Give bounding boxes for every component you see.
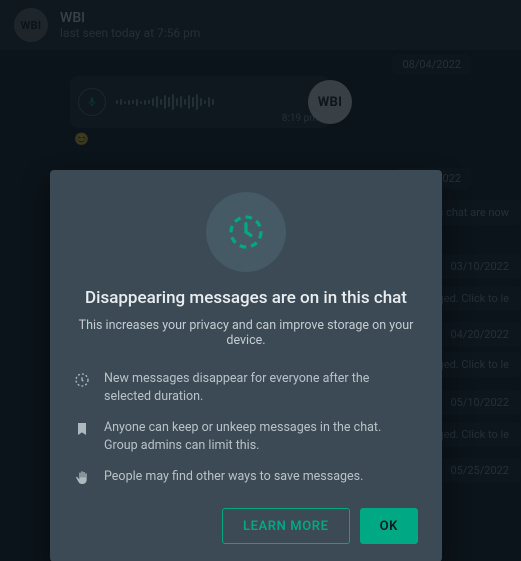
- learn-more-button[interactable]: Learn More: [222, 508, 350, 544]
- timer-icon: [226, 212, 266, 252]
- hand-icon: [74, 470, 90, 486]
- feature-row: New messages disappear for everyone afte…: [74, 370, 418, 405]
- modal-title: Disappearing messages are on in this cha…: [74, 288, 418, 308]
- feature-row: Anyone can keep or unkeep messages in th…: [74, 419, 418, 454]
- modal-hero-icon-wrap: [206, 192, 286, 272]
- bookmark-icon: [74, 421, 90, 437]
- clock-icon: [74, 372, 90, 388]
- feature-text: Anyone can keep or unkeep messages in th…: [104, 419, 418, 454]
- feature-text: People may find other ways to save messa…: [104, 468, 363, 486]
- ok-button[interactable]: OK: [360, 508, 418, 544]
- disappearing-messages-modal: Disappearing messages are on in this cha…: [50, 170, 442, 561]
- modal-subtitle: This increases your privacy and can impr…: [74, 318, 418, 348]
- feature-row: People may find other ways to save messa…: [74, 468, 418, 486]
- feature-text: New messages disappear for everyone afte…: [104, 370, 418, 405]
- modal-actions: Learn More OK: [74, 508, 418, 544]
